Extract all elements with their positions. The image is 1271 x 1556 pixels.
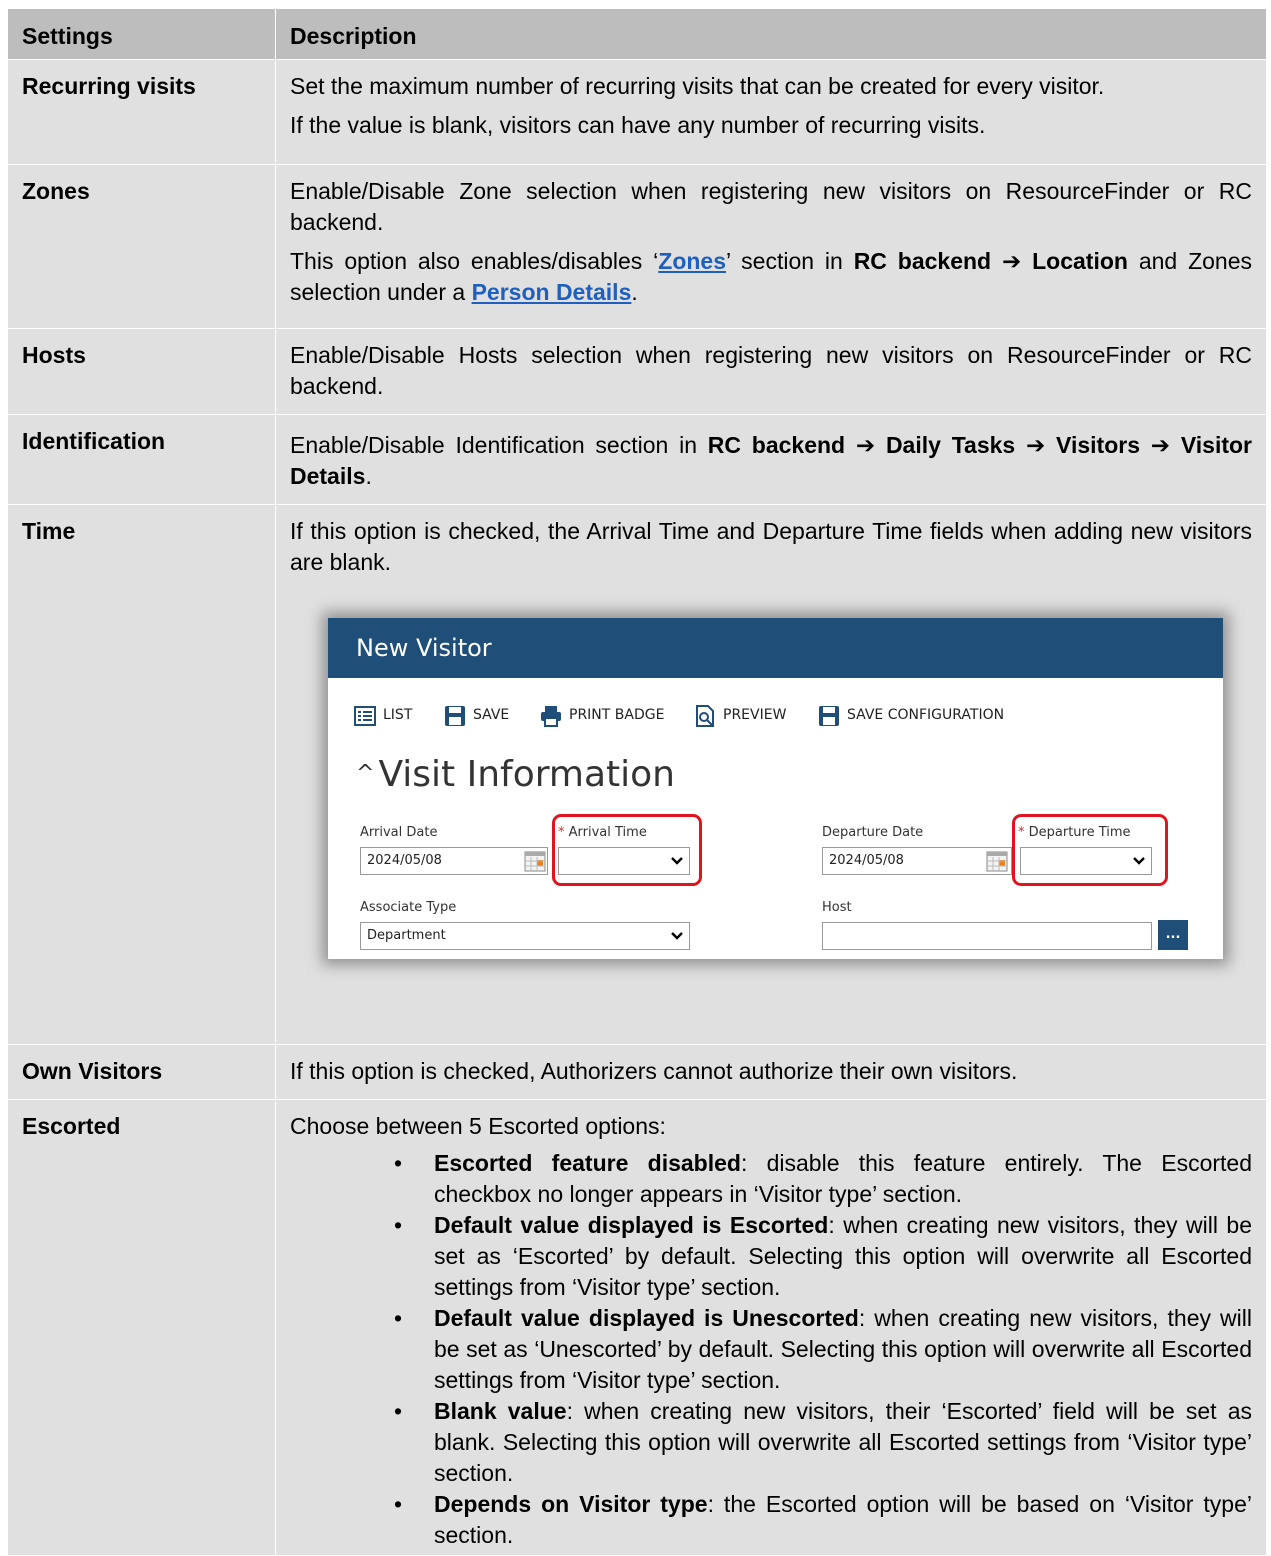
- list-item: Default value displayed is Unescorted: w…: [394, 1303, 1252, 1396]
- description-header: Description: [275, 8, 1267, 60]
- table-row: Hosts Enable/Disable Hosts selection whe…: [7, 328, 1267, 415]
- paragraph: Choose between 5 Escorted options:: [290, 1113, 666, 1139]
- text: This option also enables/disables ‘: [290, 248, 659, 274]
- associate-type-value: Department: [367, 928, 446, 943]
- departure-date-label: Departure Date: [822, 825, 924, 840]
- table-row: Time If this option is checked, the Arri…: [7, 504, 1267, 1045]
- calendar-icon[interactable]: [986, 850, 1008, 872]
- header-row: Settings Description: [7, 8, 1267, 60]
- new-visitor-screenshot: New Visitor LIST SAVE PRINT BADGE PREVIE…: [328, 618, 1223, 959]
- option-name: Escorted feature disabled: [434, 1150, 741, 1176]
- setting-name: Time: [7, 504, 276, 1045]
- preview-icon: [696, 704, 714, 727]
- list-item: Blank value: when creating new visitors,…: [394, 1396, 1252, 1489]
- settings-header: Settings: [7, 8, 276, 60]
- text: Enable/Disable Identification section in: [290, 432, 708, 458]
- settings-table: Settings Description Recurring visits Se…: [7, 8, 1267, 1556]
- table-row: Identification Enable/Disable Identifica…: [7, 414, 1267, 505]
- setting-name: Zones: [7, 164, 276, 329]
- text: .: [365, 463, 372, 489]
- zones-link[interactable]: Zones: [658, 248, 726, 274]
- list-item: Default value displayed is Escorted: whe…: [394, 1210, 1252, 1303]
- setting-description: If this option is checked, Authorizers c…: [275, 1044, 1267, 1100]
- option-name: Depends on Visitor type: [434, 1491, 708, 1517]
- setting-description: Enable/Disable Identification section in…: [275, 414, 1267, 505]
- arrival-date-label: Arrival Date: [360, 825, 438, 840]
- list-icon: [354, 705, 376, 726]
- floppy-disk-icon: [445, 705, 465, 726]
- associate-type-select[interactable]: Department: [360, 922, 690, 950]
- print-badge-label: PRINT BADGE: [569, 707, 665, 723]
- list-label: LIST: [383, 707, 413, 723]
- section-title-text: Visit Information: [378, 754, 675, 795]
- setting-name: Hosts: [7, 328, 276, 415]
- printer-icon: [541, 705, 561, 727]
- paragraph: Enable/Disable Zone selection when regis…: [290, 178, 1252, 235]
- setting-description: Choose between 5 Escorted options: Escor…: [275, 1099, 1267, 1556]
- save-configuration-label: SAVE CONFIGURATION: [847, 707, 1005, 723]
- list-item: Depends on Visitor type: the Escorted op…: [394, 1489, 1252, 1551]
- associate-type-label: Associate Type: [360, 900, 457, 915]
- paragraph: Enable/Disable Hosts selection when regi…: [290, 342, 1252, 399]
- table-row: Recurring visits Set the maximum number …: [7, 59, 1267, 165]
- table-row: Zones Enable/Disable Zone selection when…: [7, 164, 1267, 329]
- list-button[interactable]: LIST: [354, 700, 412, 731]
- chevron-down-icon: [671, 932, 683, 940]
- menu-path: RC backend ➔ Location: [853, 248, 1128, 274]
- setting-description: Enable/Disable Zone selection when regis…: [275, 164, 1267, 329]
- chevron-up-icon: ^: [356, 761, 375, 786]
- save-label: SAVE: [473, 707, 510, 723]
- person-details-link[interactable]: Person Details: [472, 279, 632, 305]
- list-item: Escorted feature disabled: disable this …: [394, 1148, 1252, 1210]
- paragraph: Set the maximum number of recurring visi…: [290, 73, 1105, 99]
- setting-name: Own Visitors: [7, 1044, 276, 1100]
- highlight-box: [552, 814, 702, 886]
- host-field[interactable]: [822, 922, 1152, 950]
- table-row: Escorted Choose between 5 Escorted optio…: [7, 1099, 1267, 1556]
- save-button[interactable]: SAVE: [444, 700, 509, 731]
- text: .: [631, 279, 638, 305]
- paragraph: If the value is blank, visitors can have…: [290, 112, 986, 138]
- option-name: Default value displayed is Escorted: [434, 1212, 829, 1238]
- escorted-options-list: Escorted feature disabled: disable this …: [290, 1148, 1252, 1551]
- new-visitor-screenshot-area: New Visitor LIST SAVE PRINT BADGE PREVIE…: [290, 586, 1252, 1044]
- paragraph: This option also enables/disables ‘Zones…: [290, 246, 1252, 308]
- setting-description: Set the maximum number of recurring visi…: [275, 59, 1267, 165]
- paragraph: If this option is checked, Authorizers c…: [290, 1058, 1018, 1084]
- host-label: Host: [822, 900, 852, 915]
- setting-name: Recurring visits: [7, 59, 276, 165]
- save-configuration-button[interactable]: SAVE CONFIGURATION: [818, 700, 1004, 731]
- window-title: New Visitor: [328, 618, 1223, 678]
- calendar-icon[interactable]: [524, 850, 546, 872]
- setting-description: If this option is checked, the Arrival T…: [275, 504, 1267, 1045]
- section-title[interactable]: ^ Visit Information: [356, 757, 675, 793]
- floppy-disk-icon: [819, 705, 839, 726]
- paragraph: If this option is checked, the Arrival T…: [290, 518, 1252, 575]
- setting-name: Identification: [7, 414, 276, 505]
- arrival-date-field[interactable]: 2024/05/08: [360, 847, 548, 875]
- text: ’ section in: [726, 248, 854, 274]
- preview-button[interactable]: PREVIEW: [694, 700, 786, 731]
- departure-date-field[interactable]: 2024/05/08: [822, 847, 1012, 875]
- host-lookup-button[interactable]: ...: [1158, 920, 1188, 950]
- option-name: Default value displayed is Unescorted: [434, 1305, 859, 1331]
- setting-description: Enable/Disable Hosts selection when regi…: [275, 328, 1267, 415]
- paragraph: Enable/Disable Identification section in…: [290, 430, 1252, 492]
- option-name: Blank value: [434, 1398, 567, 1424]
- preview-label: PREVIEW: [723, 707, 787, 723]
- setting-name: Escorted: [7, 1099, 276, 1556]
- print-badge-button[interactable]: PRINT BADGE: [540, 700, 664, 731]
- highlight-box: [1012, 814, 1168, 886]
- table-row: Own Visitors If this option is checked, …: [7, 1044, 1267, 1100]
